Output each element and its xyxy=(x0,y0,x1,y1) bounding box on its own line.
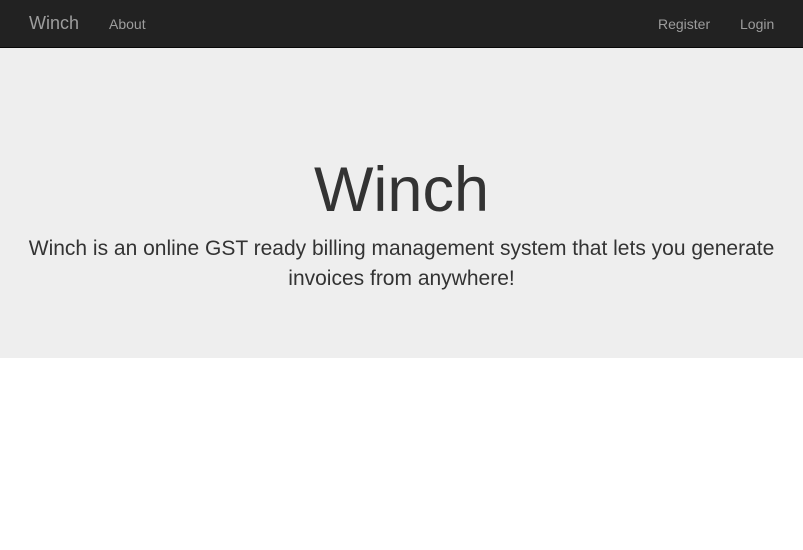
nav-link-about[interactable]: About xyxy=(109,15,146,33)
hero-jumbotron: Winch Winch is an online GST ready billi… xyxy=(0,48,803,358)
nav-link-register[interactable]: Register xyxy=(658,15,710,33)
brand-link[interactable]: Winch xyxy=(29,12,79,34)
hero-tagline: Winch is an online GST ready billing man… xyxy=(28,237,775,290)
nav-link-login[interactable]: Login xyxy=(740,15,774,33)
top-navbar: Winch About Register Login xyxy=(0,0,803,48)
hero-title: Winch xyxy=(313,155,490,225)
